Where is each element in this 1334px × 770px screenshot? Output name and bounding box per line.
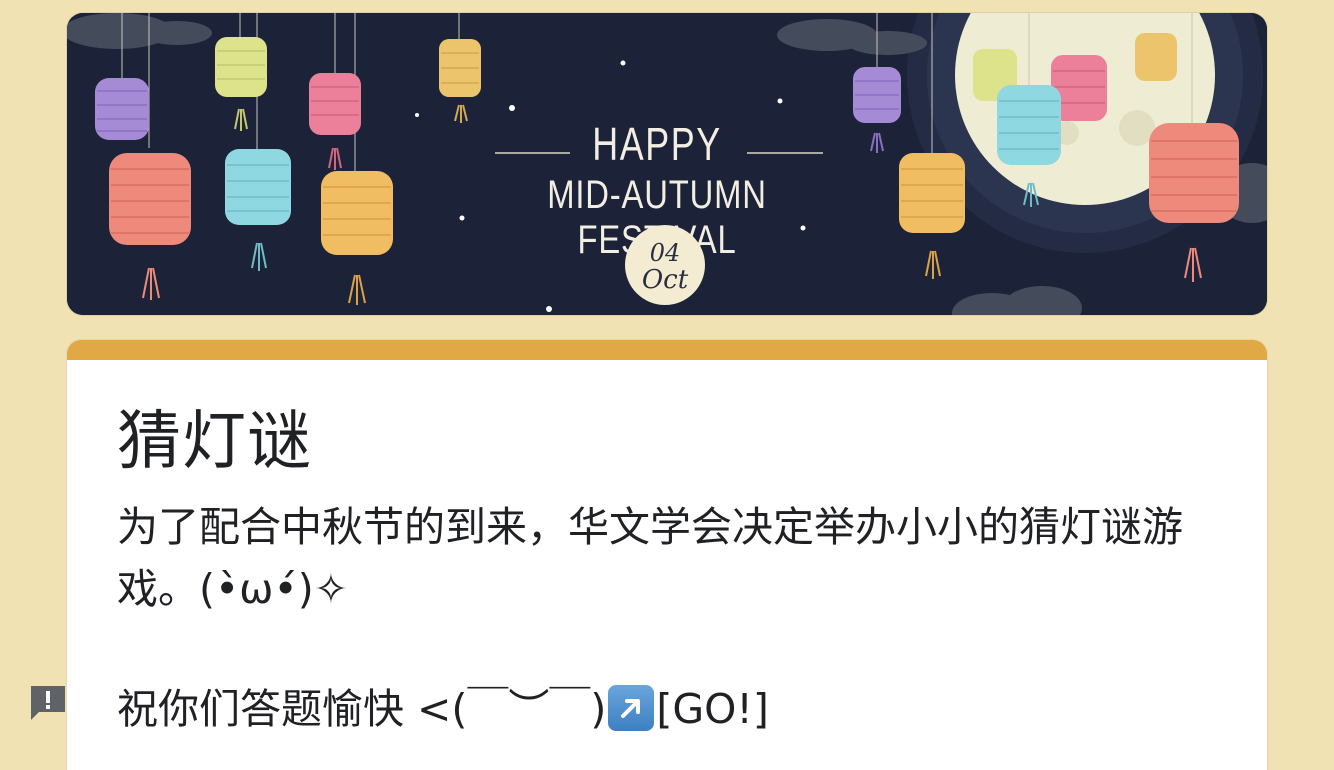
form-title: 猜灯谜 xyxy=(117,405,312,479)
header-banner-image: HAPPY MID-AUTUMN FESTIVAL 04 Oct xyxy=(67,13,1267,315)
form-description: 为了配合中秋节的到来，华文学会决定举办小小的猜灯谜游戏。(•̀ω•́)✧ xyxy=(117,503,1183,613)
form-header-card: 猜灯谜 为了配合中秋节的到来，华文学会决定举办小小的猜灯谜游戏。(•̀ω•́)✧… xyxy=(67,340,1267,770)
form-go-text: [GO!] xyxy=(656,685,769,733)
form-wish-line: 祝你们答题愉快 <(￣︶￣) [GO!] xyxy=(117,678,769,740)
card-accent-bar xyxy=(67,340,1267,360)
lantern-illustration xyxy=(67,13,1267,315)
report-issue-button[interactable] xyxy=(27,682,69,724)
report-issue-icon xyxy=(31,686,65,720)
form-wish-text: 祝你们答题愉快 <(￣︶￣) xyxy=(117,685,607,733)
up-right-arrow-icon xyxy=(608,685,655,731)
